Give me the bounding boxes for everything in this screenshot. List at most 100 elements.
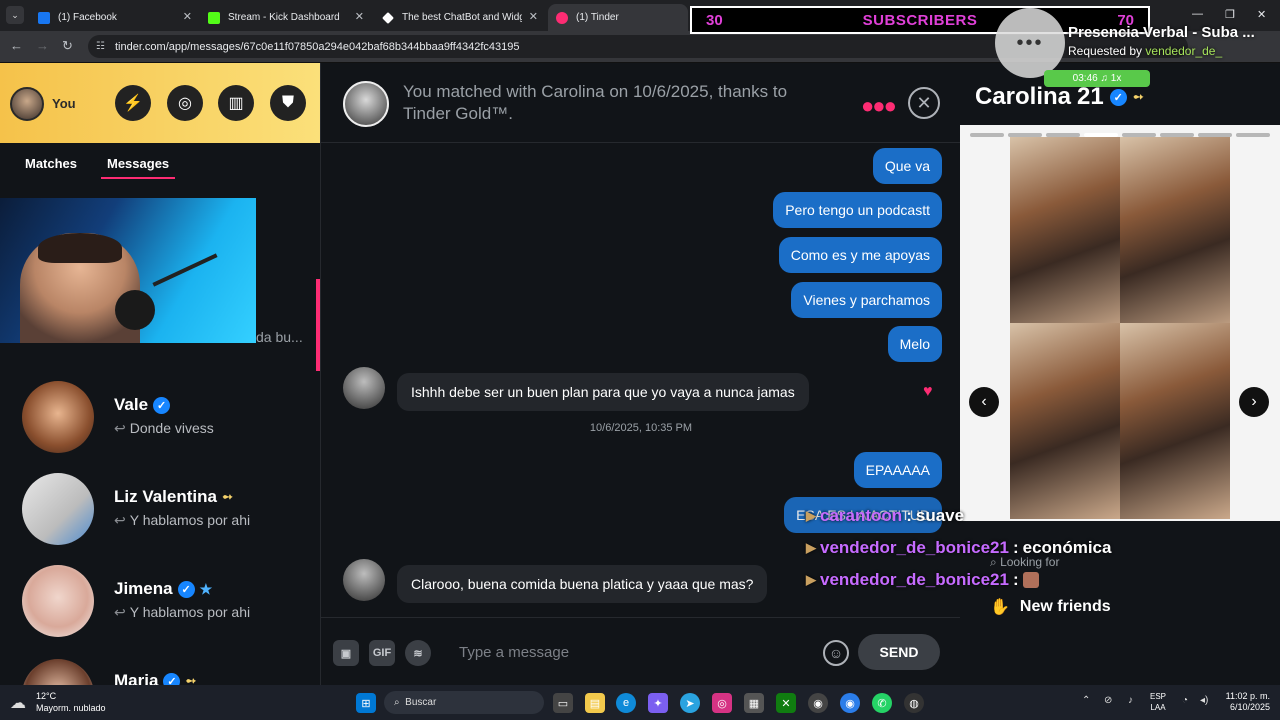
verified-icon: ✓ [163, 672, 181, 685]
conversation-item[interactable]: Maria ✓ ➻ [0, 649, 320, 685]
name-text: Maria [114, 671, 159, 685]
volume-icon[interactable]: ◂) [1200, 695, 1208, 706]
edge-icon[interactable]: e [616, 693, 636, 713]
streamer-hair [38, 233, 122, 263]
store-icon[interactable]: ▦ [744, 693, 764, 713]
obs-icon[interactable]: ◍ [904, 693, 924, 713]
avatar[interactable] [343, 81, 389, 127]
conversation-item[interactable]: Jimena ✓ ★ ↩ Y hablamos por ahi [0, 557, 320, 647]
badge-icon: ▶ [806, 572, 816, 587]
chat-panel: You matched with Carolina on 10/6/2025, … [320, 63, 961, 685]
conversation-item[interactable]: Liz Valentina ➻ ↩ Y hablamos por ahi [0, 465, 320, 555]
chrome-icon[interactable]: ◉ [808, 693, 828, 713]
close-window-icon[interactable]: ✕ [1257, 8, 1266, 21]
tab-tinder[interactable]: (1) Tinder [548, 4, 688, 31]
emote-icon [1022, 572, 1039, 588]
song-time: 03:46 [1072, 73, 1098, 84]
profile-name: Carolina 21 ✓ ➻ [975, 83, 1144, 111]
song-overlay-art: ••• [995, 8, 1065, 78]
task-view-icon[interactable]: ▭ [553, 693, 573, 713]
conversation-name: Liz Valentina ➻ [114, 487, 233, 507]
profile-photo[interactable]: ‹ › [960, 125, 1280, 521]
song-time-badge: 03:46 ♫ 1x [1044, 70, 1150, 87]
name-text: Jimena [114, 579, 173, 598]
tab-facebook[interactable]: (1) Facebook ✕ [30, 4, 200, 31]
language-indicator[interactable]: ESP LAA [1150, 691, 1166, 713]
minimize-icon[interactable]: — [1192, 8, 1203, 20]
shield-icon[interactable]: ⛊ [270, 85, 306, 121]
conversation-item[interactable]: Vale ✓ ↩ Donde vivess [0, 373, 320, 463]
copilot-icon[interactable]: ✦ [648, 693, 668, 713]
spotify-icon[interactable]: ≋ [405, 640, 431, 666]
close-tab-icon[interactable]: ✕ [529, 10, 538, 23]
kick-icon [208, 11, 220, 24]
close-icon[interactable]: ✕ [908, 87, 940, 119]
weather-icon[interactable]: ☁ [10, 693, 26, 713]
message-incoming: Clarooo, buena comida buena platica y ya… [397, 565, 768, 603]
next-photo-icon[interactable]: › [1239, 387, 1269, 417]
telegram-icon[interactable]: ➤ [680, 693, 700, 713]
avatar[interactable] [10, 87, 44, 121]
conversation-preview: ↩ Donde vivess [114, 420, 214, 437]
verified-icon: ✓ [153, 396, 171, 414]
back-icon[interactable]: ← [10, 38, 23, 53]
tab-title: The best ChatBot and Widgets [402, 12, 522, 23]
wifi-icon[interactable]: ◔ [1182, 695, 1188, 706]
message-outgoing: Pero tengo un podcastt [773, 192, 942, 228]
heart-icon[interactable]: ♥ [923, 383, 933, 401]
network-off-icon[interactable]: ⊘ [1104, 695, 1112, 706]
profile-panel: Carolina 21 ✓ ➻ ‹ › ⌕ Looking for ✋ New … [960, 63, 1280, 685]
clock-time: 11:02 p. m. [1225, 691, 1270, 701]
file-explorer-icon[interactable]: ▤ [585, 693, 605, 713]
site-info-icon[interactable]: ☷ [96, 41, 105, 52]
url-text: tinder.com/app/messages/67c0e11f07850a29… [114, 40, 520, 53]
song-requester: Requested by vendedor_de_ [1068, 44, 1222, 58]
message-text: Que va [884, 158, 930, 174]
chrome-profile-icon[interactable]: ◉ [840, 693, 860, 713]
gif-button[interactable]: GIF [369, 640, 395, 666]
reply-icon: ↩ [114, 604, 126, 620]
message-timestamp: 10/6/2025, 10:35 PM [589, 422, 693, 434]
maximize-icon[interactable]: ❐ [1225, 8, 1235, 21]
tab-matches[interactable]: Matches [25, 156, 77, 171]
tab-list-button[interactable]: ⌄ [6, 6, 24, 24]
xbox-icon[interactable]: ✕ [776, 693, 796, 713]
photo-tile [1010, 323, 1120, 519]
preview-text: Y hablamos por ahi [129, 604, 251, 620]
tray-expand-icon[interactable]: ⌃ [1082, 695, 1090, 706]
contact-card-icon[interactable]: ▣ [333, 640, 359, 666]
clock[interactable]: 11:02 p. m. 6/10/2025 [1218, 691, 1270, 713]
badge-icon: ▶ [806, 508, 816, 523]
conversation-name: Vale ✓ [114, 395, 171, 415]
more-options-icon[interactable]: ●●● [861, 93, 897, 119]
taskbar-search[interactable]: ⌕ Buscar [384, 691, 544, 714]
stream-chat-line: ▶ vendedor_de_bonice21 : [806, 570, 1039, 590]
tab-kick-dashboard[interactable]: Stream - Kick Dashboard ✕ [200, 4, 372, 31]
windows-start-icon[interactable]: ⊞ [356, 693, 376, 713]
gold-badge-icon: ➻ [221, 489, 233, 504]
weather-desc[interactable]: Mayorm. nublado [36, 703, 106, 713]
close-tab-icon[interactable]: ✕ [183, 10, 192, 23]
weather-temp[interactable]: 12°C [36, 691, 56, 701]
tab-messages[interactable]: Messages [100, 156, 176, 179]
instagram-icon[interactable]: ◎ [712, 693, 732, 713]
microphone-icon[interactable]: ♪ [1128, 695, 1133, 706]
forward-icon[interactable]: → [36, 38, 49, 53]
briefcase-icon[interactable]: ▥ [218, 85, 254, 121]
previous-photo-icon[interactable]: ‹ [969, 387, 999, 417]
gold-badge-icon: ➻ [185, 673, 197, 685]
whatsapp-icon[interactable]: ✆ [872, 693, 892, 713]
tab-chatbot[interactable]: The best ChatBot and Widgets ✕ [374, 4, 546, 31]
emoji-icon[interactable]: ☺ [823, 640, 849, 666]
close-tab-icon[interactable]: ✕ [355, 10, 364, 23]
message-composer: ▣ GIF ≋ Type a message ☺ SEND [321, 617, 961, 685]
send-button[interactable]: SEND [858, 634, 940, 670]
keyboard-code: LAA [1150, 703, 1166, 712]
profile-label[interactable]: You [52, 96, 76, 111]
message-input[interactable]: Type a message [459, 644, 569, 661]
reload-icon[interactable]: ↻ [62, 38, 73, 54]
avatar[interactable] [343, 367, 385, 409]
boost-icon[interactable]: ⚡ [115, 85, 151, 121]
avatar[interactable] [343, 559, 385, 601]
explore-icon[interactable]: ◎ [167, 85, 203, 121]
